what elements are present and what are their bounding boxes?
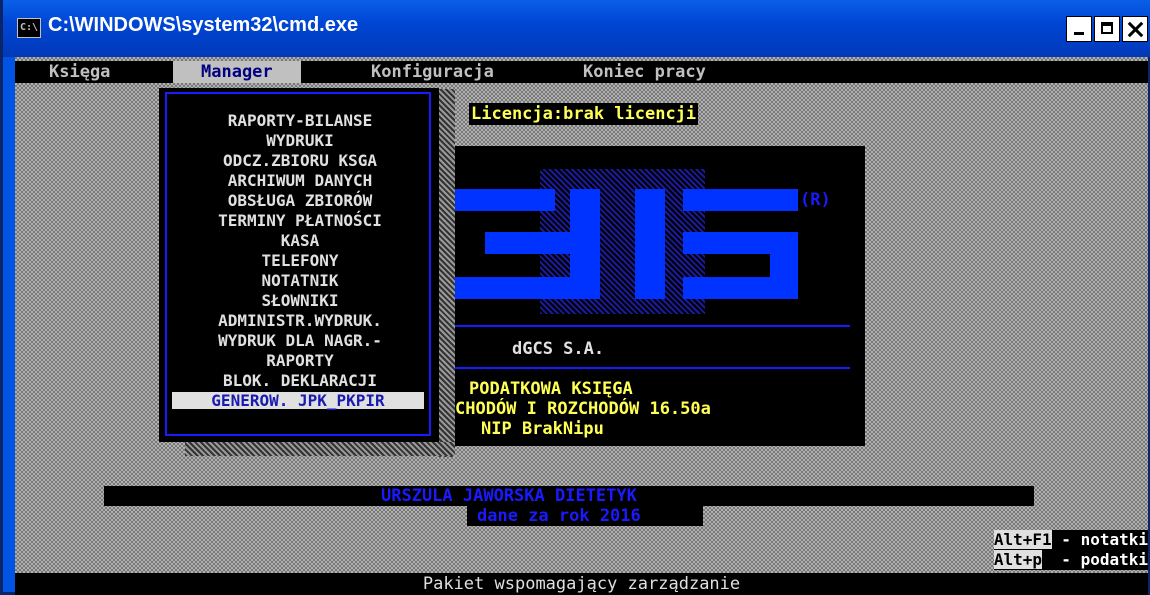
data-year: dane za rok 2016: [477, 506, 641, 526]
console-area: Księga Manager Konfiguracja Koniec pracy…: [15, 57, 1148, 595]
menu-option-kasa[interactable]: KASA: [175, 232, 425, 249]
menu-option-telefony[interactable]: TELEFONY: [175, 252, 425, 269]
menu-ksiega[interactable]: Księga: [49, 61, 110, 83]
menu-option-archiwum[interactable]: ARCHIWUM DANYCH: [175, 172, 425, 189]
menu-option-generow-jpk[interactable]: GENEROW. JPK_PKPIR: [172, 392, 424, 409]
panel-shadow: [439, 89, 455, 457]
menu-option-slowniki[interactable]: SŁOWNIKI: [175, 292, 425, 309]
hint-podatki: Alt+p - podatki: [993, 550, 1148, 570]
window-title: C:\WINDOWS\system32\cmd.exe: [48, 14, 359, 36]
owner-name: URSZULA JAWORSKA DIETETYK: [381, 486, 637, 506]
maximize-button[interactable]: [1094, 16, 1120, 42]
menu-konfiguracja[interactable]: Konfiguracja: [371, 61, 494, 83]
status-bar: Pakiet wspomagający zarządzanie: [15, 573, 1148, 595]
close-button[interactable]: [1122, 16, 1148, 42]
menu-option-blok-deklaracji[interactable]: BLOK. DEKLARACJI: [175, 372, 425, 389]
menu-option-raporty[interactable]: RAPORTY: [175, 352, 425, 369]
menu-option-odcz-zbioru[interactable]: ODCZ.ZBIORU KSGA: [175, 152, 425, 169]
product-line-2: CHODÓW I ROZCHODÓW 16.50a: [455, 399, 711, 419]
menu-option-notatnik[interactable]: NOTATNIK: [175, 272, 425, 289]
hint-notatki: Alt+F1 - notatki: [993, 530, 1148, 550]
menu-bar: Księga Manager Konfiguracja Koniec pracy: [15, 61, 1148, 83]
menu-option-obsluga-zbiorow[interactable]: OBSŁUGA ZBIORÓW: [175, 192, 425, 209]
menu-option-terminy-platnosci[interactable]: TERMINY PŁATNOŚCI: [175, 212, 425, 229]
menu-manager[interactable]: Manager: [173, 61, 301, 83]
company-name: dGCS S.A.: [512, 339, 605, 359]
title-bar[interactable]: C:\ C:\WINDOWS\system32\cmd.exe: [3, 0, 1150, 57]
console-icon[interactable]: C:\: [17, 18, 41, 38]
menu-option-raporty-bilanse[interactable]: RAPORTY-BILANSE: [175, 112, 425, 129]
license-text: Licencja:brak licencji: [469, 103, 699, 125]
dropdown-shadow: [185, 442, 455, 456]
menu-koniec-pracy[interactable]: Koniec pracy: [583, 61, 706, 83]
menu-option-wydruki[interactable]: WYDRUKI: [175, 132, 425, 149]
nip-text: NIP BrakNipu: [481, 419, 604, 439]
cmd-window: C:\ C:\WINDOWS\system32\cmd.exe Księga M…: [0, 0, 1150, 595]
menu-option-administr-wydruk[interactable]: ADMINISTR.WYDRUK.: [175, 312, 425, 329]
product-line-1: PODATKOWA KSIĘGA: [469, 379, 633, 399]
status-text: Pakiet wspomagający zarządzanie: [422, 574, 741, 594]
manager-dropdown: RAPORTY-BILANSE WYDRUKI ODCZ.ZBIORU KSGA…: [159, 88, 439, 442]
divider-bottom: [455, 367, 850, 369]
divider-top: [455, 325, 850, 327]
registered-mark: (R): [800, 190, 831, 210]
minimize-button[interactable]: [1066, 16, 1092, 42]
menu-option-wydruk-dla-nagr[interactable]: WYDRUK DLA NAGR.-: [175, 332, 425, 349]
